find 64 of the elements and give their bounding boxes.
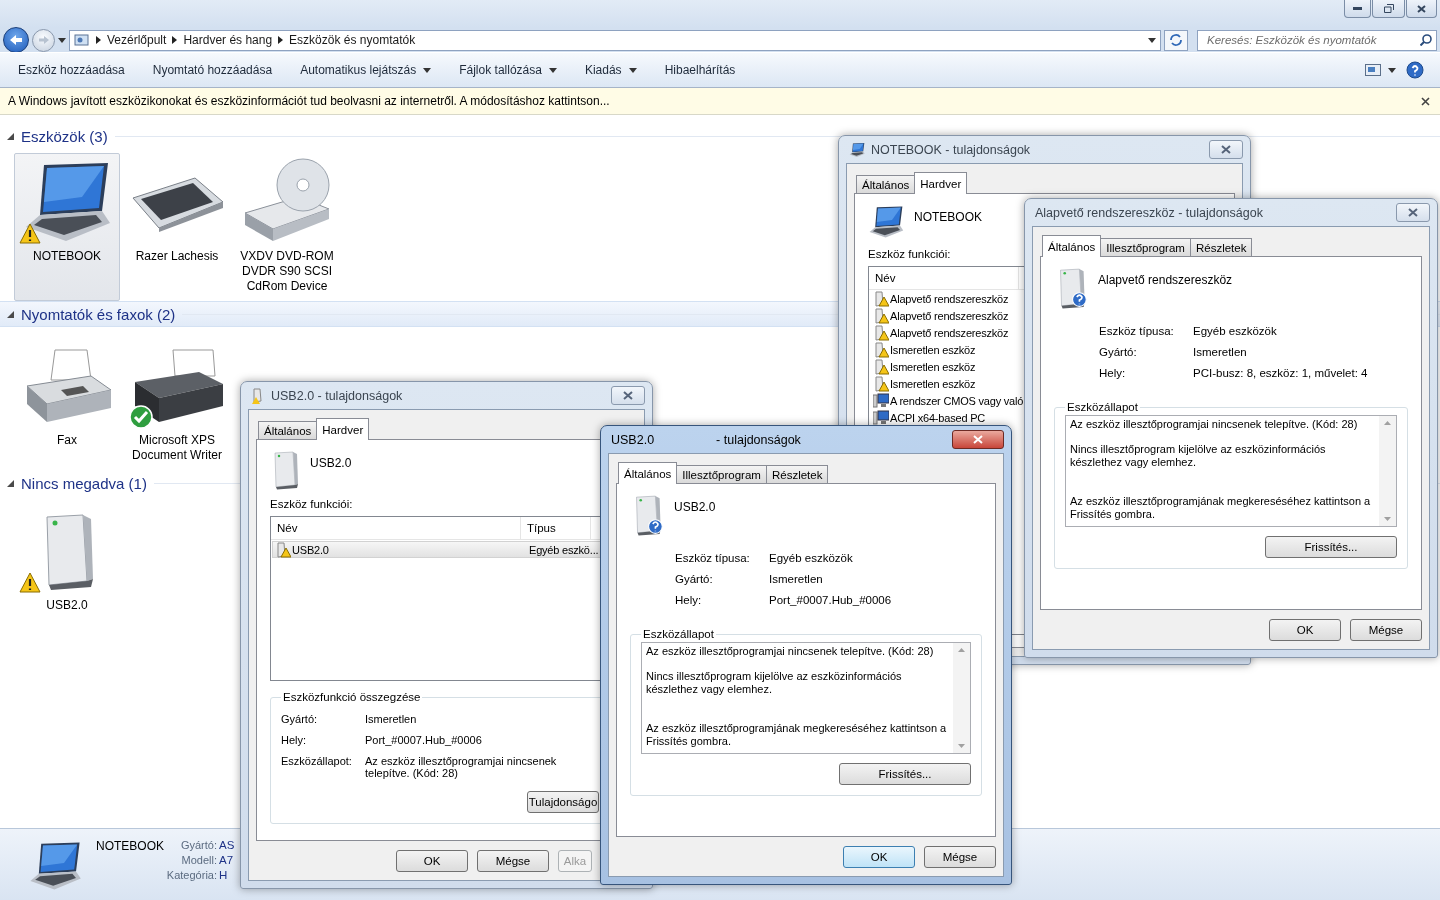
property-value: Egyéb eszközök bbox=[769, 552, 854, 564]
summary-label: Gyártó: bbox=[281, 713, 319, 725]
property-value: Port_#0007.Hub_#0006 bbox=[769, 594, 893, 606]
device-name: NOTEBOOK bbox=[914, 210, 982, 224]
detail-value: H bbox=[219, 869, 229, 881]
summary-value: Port_#0007.Hub_#0006 bbox=[365, 734, 483, 746]
property-value: Ismeretlen bbox=[1193, 346, 1248, 358]
device-name: Alapvető rendszereszköz bbox=[1098, 273, 1233, 287]
property-value: Egyéb eszközök bbox=[1193, 325, 1278, 337]
group-title: Eszközállapot bbox=[642, 628, 715, 640]
group-title: Nincs megadva (1) bbox=[21, 474, 147, 492]
detail-label: Gyártó: bbox=[179, 839, 217, 851]
status-message: Nincs illesztőprogram kijelölve az eszközinformációs készlethez vagy elemhez. bbox=[646, 670, 903, 696]
dialog-title: Alapvető rendszereszköz - tulajdonságok bbox=[1035, 205, 1263, 220]
status-message: Az eszköz illesztőprogramjának megkereséséhez kattintson a Frissítés gombra. bbox=[1070, 495, 1372, 521]
list-cell: Egyéb eszkö... bbox=[529, 543, 599, 556]
info-bar-message: A Windows javított eszközikonokat és eszközinformációt tud beolvasni az internetről. A módosításhoz kattintson... bbox=[8, 94, 610, 108]
property-value: Ismeretlen bbox=[769, 573, 824, 585]
dialog-title: USB2.0 - tulajdonságok bbox=[271, 388, 403, 403]
device-name: NOTEBOOK bbox=[96, 839, 164, 853]
property-label: Eszköz típusa: bbox=[1099, 325, 1175, 337]
detail-value: AS bbox=[219, 839, 235, 851]
list-cell: Ismeretlen eszköz bbox=[890, 377, 976, 390]
summary-value: Az eszköz illesztőprogramjai nincsenek telepítve. (Kód: 28) bbox=[365, 755, 558, 779]
group-title: Nyomtatók és faxok (2) bbox=[21, 305, 176, 323]
detail-label: Kategória: bbox=[165, 869, 217, 881]
list-cell: ACPI x64-based PC bbox=[890, 411, 986, 424]
property-label: Hely: bbox=[675, 594, 703, 606]
device-label: Microsoft XPS Document Writer bbox=[131, 433, 223, 463]
dialog-title: - tulajdonságok bbox=[716, 432, 801, 447]
list-cell: Alapvető rendszereszköz bbox=[890, 326, 1009, 339]
status-message: Az eszköz illesztőprogramjai nincsenek telepítve. (Kód: 28) bbox=[646, 645, 935, 658]
property-label: Gyártó: bbox=[1099, 346, 1138, 358]
detail-label: Modell: bbox=[180, 854, 217, 866]
summary-value: Ismeretlen bbox=[365, 713, 418, 725]
status-message: Az eszköz illesztőprogramjai nincsenek telepítve. (Kód: 28) bbox=[1070, 418, 1359, 431]
list-cell: Ismeretlen eszköz bbox=[890, 360, 976, 373]
device-name: USB2.0 bbox=[674, 500, 716, 514]
device-name: USB2.0 bbox=[310, 456, 352, 470]
device-label: VXDV DVD-ROM DVDR S90 SCSI CdRom Device bbox=[239, 249, 335, 294]
property-value: PCI-busz: 8, eszköz: 1, művelet: 4 bbox=[1193, 367, 1369, 379]
property-label: Eszköz típusa: bbox=[675, 552, 751, 564]
list-cell: USB2.0 bbox=[292, 543, 329, 556]
summary-label: Hely: bbox=[281, 734, 308, 746]
device-label: Fax bbox=[57, 433, 77, 448]
status-message: Nincs illesztőprogram kijelölve az eszközinformációs készlethez vagy elemhez. bbox=[1070, 443, 1327, 469]
property-label: Gyártó: bbox=[675, 573, 714, 585]
summary-label: Eszközállapot: bbox=[281, 755, 353, 769]
dialog-title: USB2.0 bbox=[611, 432, 655, 447]
list-cell: A rendszer CMOS vagy való bbox=[890, 394, 1024, 407]
group-title: Eszközállapot bbox=[1066, 401, 1139, 413]
list-cell: Alapvető rendszereszköz bbox=[890, 309, 1009, 322]
property-label: Hely: bbox=[1099, 367, 1127, 379]
device-label: Razer Lachesis bbox=[135, 249, 219, 264]
status-message: Az eszköz illesztőprogramjának megkereséséhez kattintson a Frissítés gombra. bbox=[646, 722, 948, 748]
dialog-title: NOTEBOOK - tulajdonságok bbox=[871, 142, 1031, 157]
group-title: Eszközfunkció összegzése bbox=[282, 691, 422, 703]
device-label: NOTEBOOK bbox=[33, 249, 101, 264]
functions-label: Eszköz funkciói: bbox=[868, 248, 951, 260]
group-title: Eszközök (3) bbox=[21, 127, 108, 145]
device-label: USB2.0 bbox=[46, 598, 88, 613]
list-cell: Ismeretlen eszköz bbox=[890, 343, 976, 356]
functions-label: Eszköz funkciói: bbox=[270, 498, 353, 510]
detail-value: A7 bbox=[219, 854, 235, 866]
